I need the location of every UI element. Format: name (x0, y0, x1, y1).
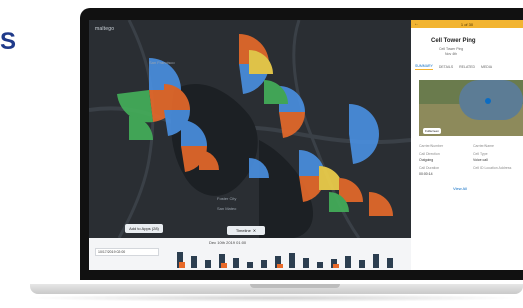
details-fields: Carrier/Number Call Direction Outgoing C… (419, 144, 523, 184)
tab-media[interactable]: MEDIA (481, 65, 492, 69)
details-panel: ← 1 of 30 Cell Tower Ping Cell Tower Pin… (411, 20, 523, 270)
back-arrow-icon[interactable]: ← (414, 21, 419, 27)
brand-glyph: S (0, 28, 17, 55)
timeline-panel: 10/17/2019 02:00 Dec 10th 2019 01:00 (89, 238, 411, 270)
details-tabs: SUMMARY DETAILS RELATED MEDIA (411, 62, 523, 72)
field-value: 00:00:14 (419, 172, 433, 176)
field-label: Cell ID Location Address (473, 166, 512, 170)
ping-wedge (369, 192, 393, 216)
close-circle-icon: ✕ (252, 228, 257, 233)
details-mini-map[interactable]: Fullscreen (419, 80, 523, 136)
fields-right-column: Carrier/Name Cell Type Voice call Cell I… (473, 144, 521, 174)
ping-wedge (349, 134, 380, 164)
field-label: Call Direction (419, 152, 440, 156)
location-pin-icon (485, 98, 491, 104)
map-view[interactable]: maltego San Francisco Foster City San Ma… (89, 20, 411, 238)
map-label-south2: San Mateo (217, 206, 237, 211)
add-to-apps-button[interactable]: Add to Apps (28) (125, 224, 163, 233)
date-input-value: 10/17/2019 02:00 (98, 250, 126, 254)
map-label-south: Foster City (217, 196, 237, 201)
app-logo: maltego (95, 26, 115, 32)
date-input[interactable]: 10/17/2019 02:00 (95, 248, 159, 256)
tab-details[interactable]: DETAILS (439, 65, 453, 69)
field-value: Outgoing (419, 158, 434, 162)
fields-left-column: Carrier/Number Call Direction Outgoing C… (419, 144, 467, 180)
map-graphics (89, 20, 411, 238)
tab-related[interactable]: RELATED (459, 65, 475, 69)
add-to-apps-label: Add to Apps (28) (129, 226, 159, 231)
laptop-base-lip (250, 284, 340, 288)
ping-wedge (349, 104, 379, 134)
fullscreen-button[interactable]: Fullscreen (423, 128, 441, 134)
field-label: Carrier/Number (419, 144, 444, 148)
ping-wedge (249, 50, 273, 74)
field-label: Cell Type (473, 152, 488, 156)
mini-map-water (459, 80, 523, 120)
laptop-screen: maltego San Francisco Foster City San Ma… (89, 20, 523, 270)
field-label: Call Duration (419, 166, 440, 170)
details-subtitle-2: Nov 4th (445, 52, 458, 56)
timeline-button[interactable]: Timeline ✕ (227, 226, 265, 235)
details-title: Cell Tower Ping (431, 38, 476, 44)
stage: S maltego San Francisco Foster City San … (0, 0, 523, 308)
details-subtitle-1: Cell Tower Ping (439, 47, 464, 51)
tab-summary[interactable]: SUMMARY (415, 64, 433, 70)
laptop-shadow (24, 294, 523, 302)
details-topbar: ← 1 of 30 (411, 20, 523, 28)
ping-wedge (264, 80, 288, 104)
field-label: Carrier/Name (473, 144, 495, 148)
field-value: Voice call (473, 158, 488, 162)
map-label-bay-area: San Francisco (149, 60, 175, 65)
fullscreen-button-label: Fullscreen (425, 129, 439, 133)
timeline-button-label: Timeline (235, 228, 251, 233)
details-pagination: 1 of 30 (460, 21, 474, 27)
timeline-histogram (177, 252, 393, 268)
view-all-link[interactable]: View All (453, 186, 467, 191)
